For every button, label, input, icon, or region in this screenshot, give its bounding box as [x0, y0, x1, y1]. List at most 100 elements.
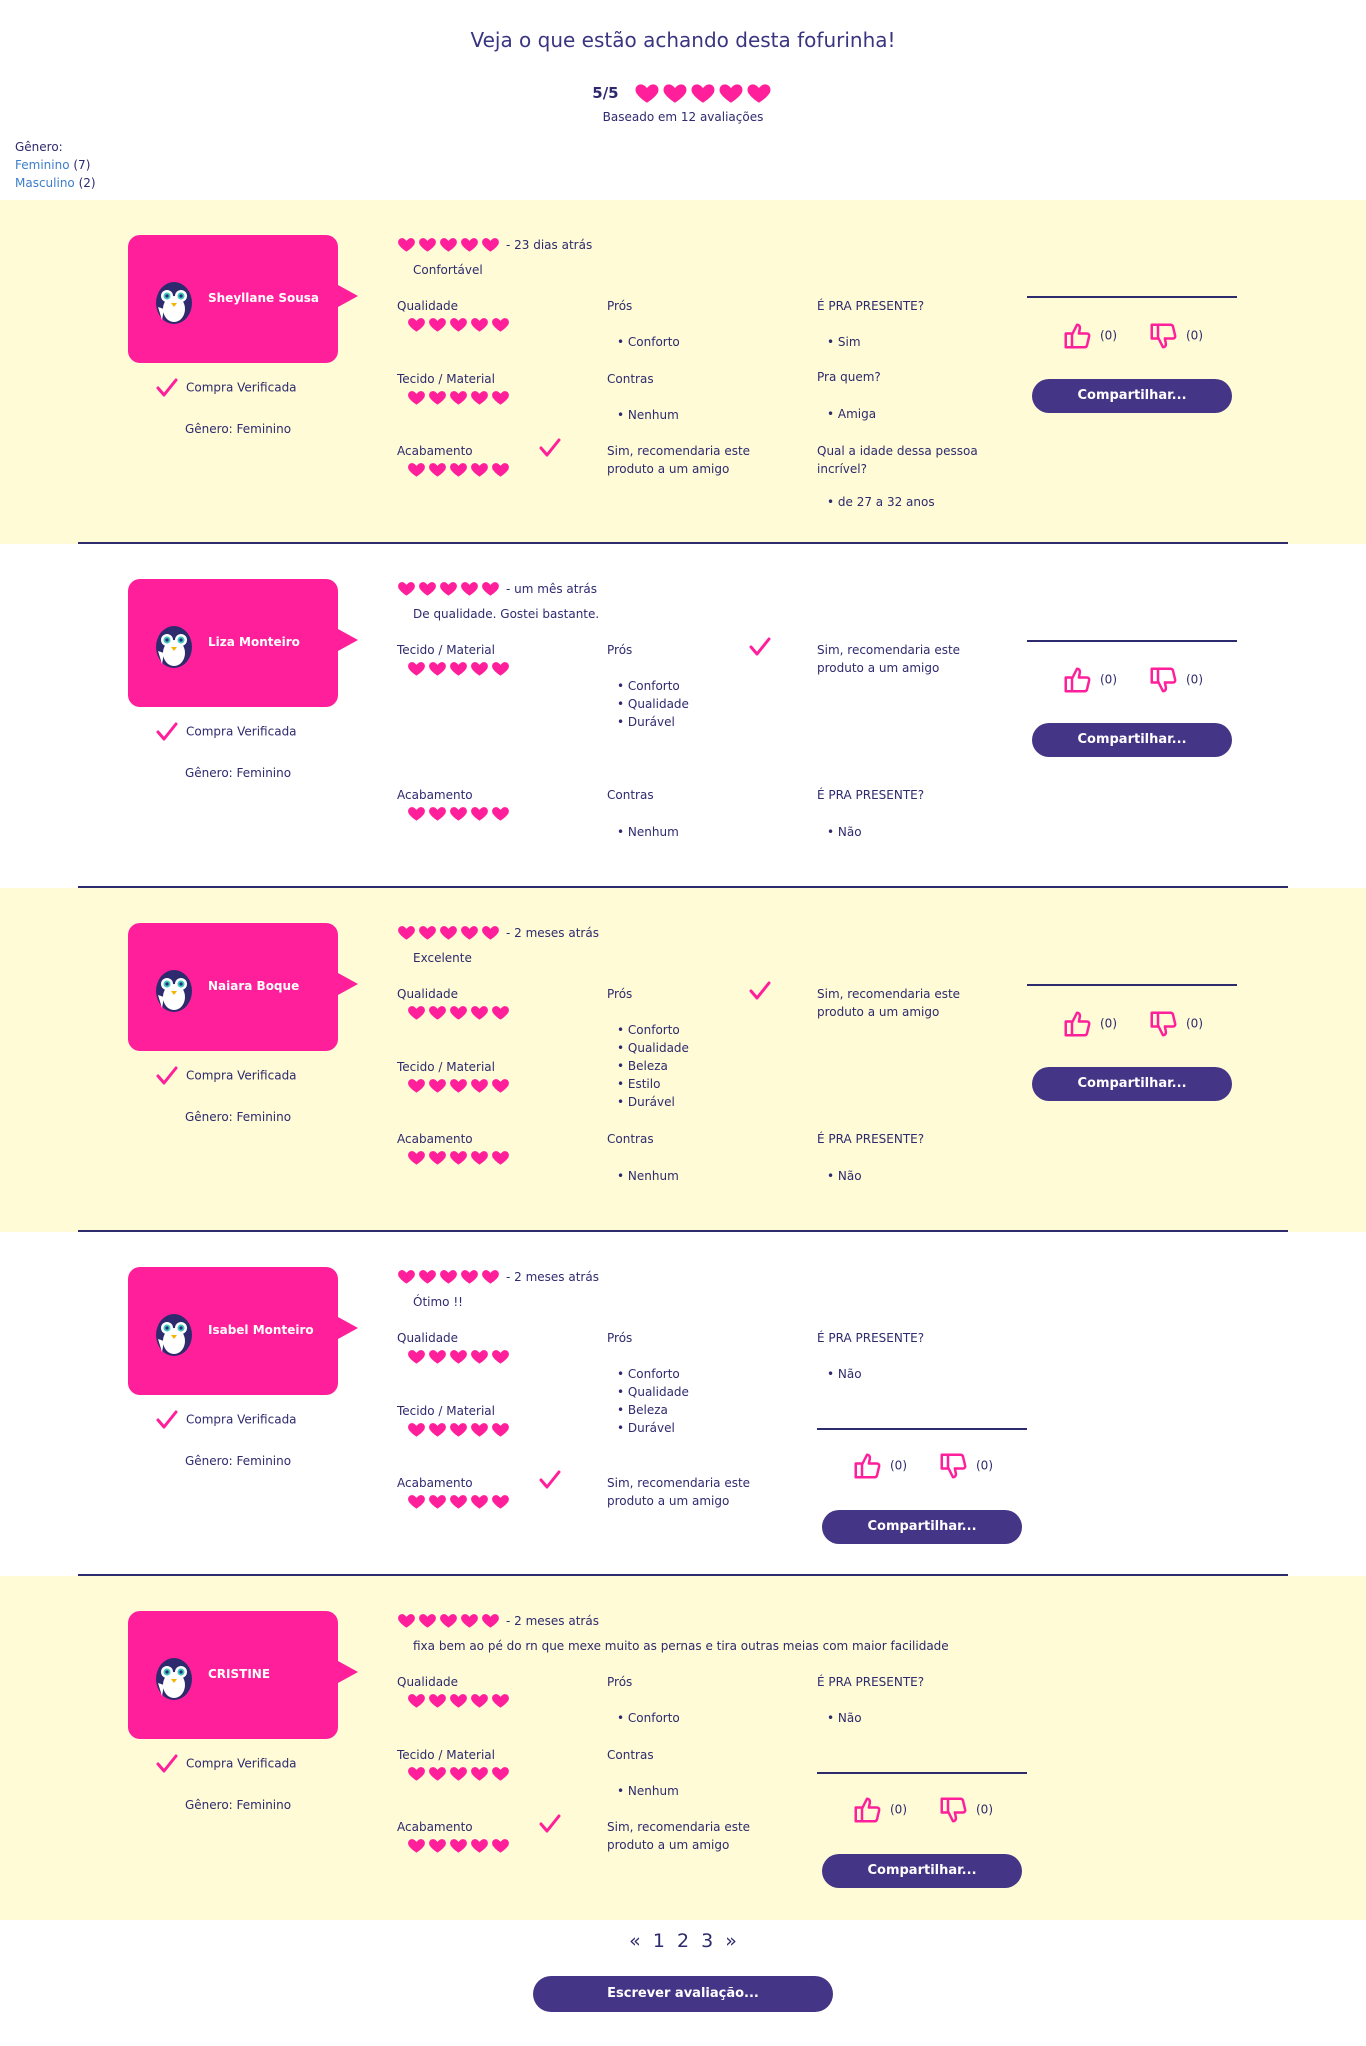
label-pros: Prós [607, 1331, 633, 1345]
like-count: (0) [1100, 1016, 1117, 1031]
acabamento-hearts [407, 1835, 512, 1855]
prev-page-button[interactable]: « [629, 1930, 641, 1952]
page-link-1[interactable]: 1 [653, 1930, 665, 1952]
write-review-button[interactable]: Escrever avaliação... [533, 1976, 833, 2012]
reviewer-bubble: Isabel Monteiro [128, 1267, 358, 1395]
heart-icon [492, 463, 509, 477]
thumb-up-shape[interactable] [1062, 321, 1092, 351]
share-button[interactable]: Compartilhar... [822, 1510, 1022, 1544]
label-acabamento: Acabamento [397, 1820, 473, 1834]
thumbs-down-icon[interactable] [1148, 1009, 1182, 1039]
pros-item: • Durável [617, 1095, 675, 1109]
thumb-up-shape[interactable] [1062, 1009, 1092, 1039]
like-button[interactable]: (0) [852, 1451, 907, 1481]
dislike-button[interactable]: (0) [1148, 1009, 1203, 1039]
idade-value: • de 27 a 32 anos [827, 495, 935, 509]
heart-icon [429, 391, 446, 405]
heart-icon [471, 1423, 488, 1437]
like-button[interactable]: (0) [1062, 1009, 1117, 1039]
pros-item: • Qualidade [617, 1041, 689, 1055]
heart-icon [492, 1839, 509, 1853]
heart-icon [450, 463, 467, 477]
thumbs-down-icon[interactable] [1148, 665, 1182, 695]
label-presente: É PRA PRESENTE? [817, 299, 925, 313]
dislike-button[interactable]: (0) [1148, 321, 1203, 351]
filter-option-name[interactable]: Feminino [15, 158, 70, 172]
thumb-down-shape[interactable] [1148, 1009, 1178, 1039]
thumbs-down-icon[interactable] [938, 1795, 972, 1825]
thumbs-up-icon[interactable] [1062, 321, 1096, 351]
pagination: « 1 2 3 » [0, 1930, 1366, 1952]
next-page-button[interactable]: » [725, 1930, 737, 1952]
thumbs-down-icon[interactable] [1148, 321, 1182, 351]
label-tecido: Tecido / Material [397, 372, 495, 386]
thumb-up-shape[interactable] [852, 1451, 882, 1481]
heart-icon [450, 391, 467, 405]
penguin-avatar-icon [152, 965, 196, 1013]
filter-option-feminino[interactable]: Feminino (7) [15, 156, 96, 174]
share-button[interactable]: Compartilhar... [822, 1854, 1022, 1888]
page-link-3[interactable]: 3 [701, 1930, 713, 1952]
thumbs-up-icon[interactable] [852, 1795, 886, 1825]
dislike-button[interactable]: (0) [938, 1451, 993, 1481]
thumbs-up-icon[interactable] [852, 1451, 886, 1481]
like-button[interactable]: (0) [852, 1795, 907, 1825]
reviewer-name: Isabel Monteiro [208, 1323, 314, 1337]
thumb-down-shape[interactable] [1148, 665, 1178, 695]
rating-hearts [397, 579, 502, 598]
filter-option-masculino[interactable]: Masculino (2) [15, 174, 96, 192]
heart-icon [429, 1839, 446, 1853]
penguin-shape [156, 1658, 192, 1700]
heart-icon [482, 582, 499, 596]
pros-item: • Conforto [617, 679, 680, 693]
thumb-up-shape[interactable] [852, 1795, 882, 1825]
contras-list: • Nenhum [617, 1167, 679, 1185]
contras-item: • Nenhum [617, 1784, 679, 1798]
thumb-down-shape[interactable] [938, 1451, 968, 1481]
heart-icon [663, 84, 687, 103]
heart-icon [419, 1614, 436, 1628]
heart-icon [482, 238, 499, 252]
like-button[interactable]: (0) [1062, 665, 1117, 695]
recommend-line-1: Sim, recomendaria este [817, 643, 961, 657]
label-qualidade: Qualidade [397, 1331, 459, 1345]
label-tecido: Tecido / Material [397, 1748, 495, 1762]
share-button[interactable]: Compartilhar... [1032, 379, 1232, 413]
label-para-quem: Pra quem? [817, 370, 881, 384]
review-headline: fixa bem ao pé do rn que mexe muito as p… [413, 1639, 949, 1653]
filter-option-name[interactable]: Masculino [15, 176, 75, 190]
label-contras: Contras [607, 372, 654, 386]
thumbs-up-icon[interactable] [1062, 665, 1096, 695]
reviewer-name: Liza Monteiro [208, 635, 300, 649]
thumb-down-shape[interactable] [1148, 321, 1178, 351]
thumb-down-shape[interactable] [938, 1795, 968, 1825]
recommend: Sim, recomendaria este produto a um amigo [539, 1470, 750, 1510]
filter-option-count: (7) [73, 158, 91, 172]
heart-icon [492, 1423, 509, 1437]
check-mark-icon [156, 378, 178, 397]
thumbs-down-icon[interactable] [938, 1451, 972, 1481]
thumb-up-shape[interactable] [1062, 665, 1092, 695]
check-icon [156, 1066, 182, 1086]
label-qualidade: Qualidade [397, 1675, 459, 1689]
dislike-button[interactable]: (0) [1148, 665, 1203, 695]
acabamento-hearts [407, 803, 512, 823]
share-button[interactable]: Compartilhar... [1032, 1067, 1232, 1101]
heart-icon [492, 807, 509, 821]
check-icon [156, 1410, 182, 1430]
thumbs-up-icon[interactable] [1062, 1009, 1096, 1039]
heart-icon [450, 1350, 467, 1364]
page-link-2[interactable]: 2 [677, 1930, 689, 1952]
presente-value: • Não [827, 825, 862, 839]
share-button[interactable]: Compartilhar... [1032, 723, 1232, 757]
recommend-line-1: Sim, recomendaria este [607, 1820, 751, 1834]
heart-icon [471, 662, 488, 676]
heart-icon [408, 1767, 425, 1781]
pros-item: • Beleza [617, 1403, 668, 1417]
dislike-button[interactable]: (0) [938, 1795, 993, 1825]
heart-icon [450, 662, 467, 676]
label-acabamento: Acabamento [397, 788, 473, 802]
heart-icon [429, 463, 446, 477]
label-tecido: Tecido / Material [397, 1060, 495, 1074]
like-button[interactable]: (0) [1062, 321, 1117, 351]
